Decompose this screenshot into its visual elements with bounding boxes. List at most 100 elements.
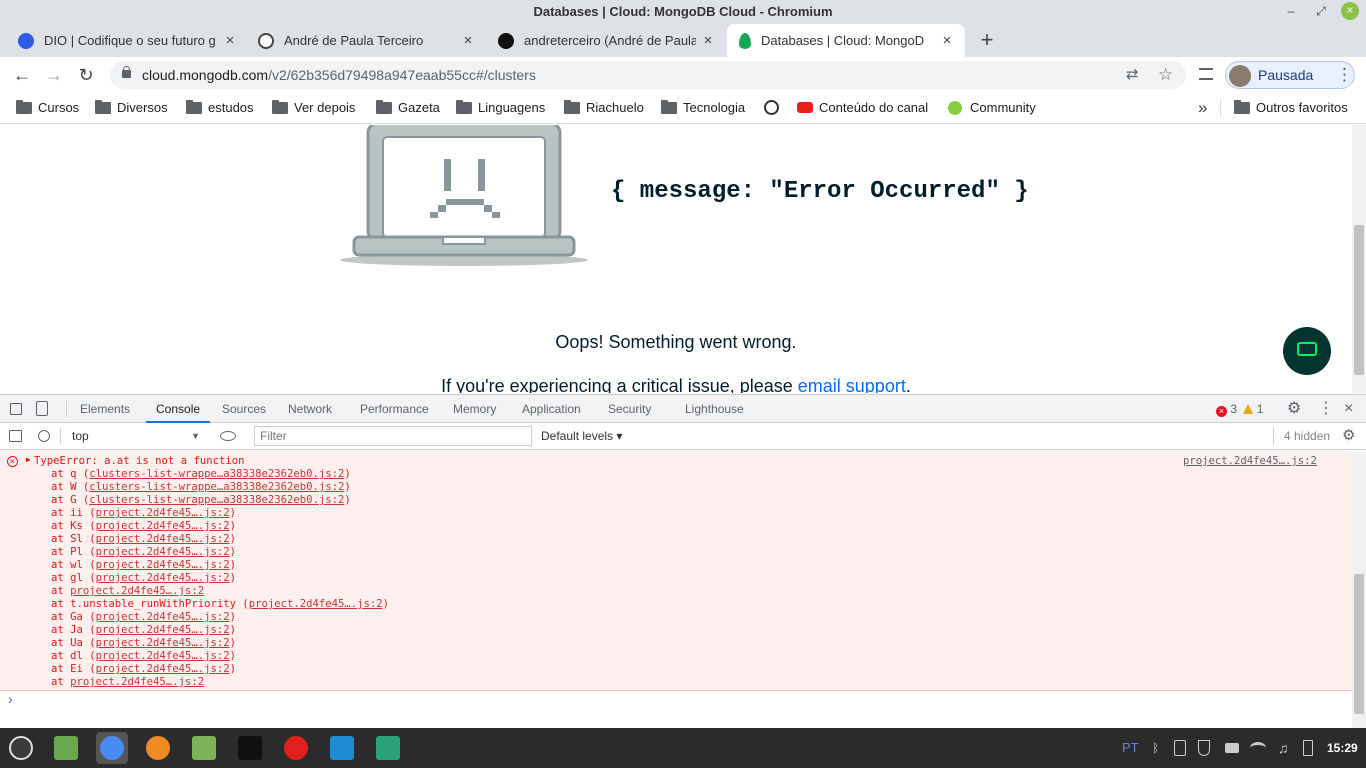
back-button[interactable]: ← [8,61,36,89]
expand-triangle-icon[interactable]: ▶ [26,455,31,464]
vscode-icon[interactable] [326,732,358,764]
reload-button[interactable]: ↻ [72,61,100,89]
stack-frame-link[interactable]: project.2d4fe45….js:2 [70,585,204,597]
devtools-tab-lighthouse[interactable]: Lighthouse [685,395,744,423]
close-window-button[interactable]: × [1341,2,1359,20]
bookmark-globe[interactable] [764,93,780,123]
bookmark-tecnologia[interactable]: Tecnologia [661,93,745,123]
devtools-close-icon[interactable]: × [1344,395,1353,423]
printer-icon[interactable] [1225,743,1239,753]
volume-icon[interactable]: ♫ [1278,740,1289,756]
browser-menu-icon[interactable]: ⋮ [1336,61,1353,89]
stack-frame-link[interactable]: project.2d4fe45….js:2 [96,663,230,675]
stack-frame-link[interactable]: project.2d4fe45….js:2 [70,676,204,688]
console-filter-input[interactable] [254,426,532,446]
devtools-tab-sources[interactable]: Sources [222,395,266,423]
stack-frame-link[interactable]: project.2d4fe45….js:2 [249,598,383,610]
shield-icon[interactable] [1198,740,1210,756]
device-toolbar-icon[interactable] [36,401,48,416]
stack-frame-link[interactable]: project.2d4fe45….js:2 [96,533,230,545]
error-title[interactable]: TypeError: a.at is not a function [34,455,244,468]
tab-mongodb[interactable]: Databases | Cloud: MongoDB × [727,24,965,57]
bookmark-diversos[interactable]: Diversos [95,93,168,123]
stack-frame-link[interactable]: project.2d4fe45….js:2 [96,507,230,519]
dbeaver-icon[interactable] [372,732,404,764]
error-count-badge[interactable]: × 3 1 [1216,395,1263,423]
firefox-icon[interactable] [142,732,174,764]
devtools-tab-console[interactable]: Console [146,395,211,423]
devtools-tab-security[interactable]: Security [608,395,651,423]
console-settings-icon[interactable]: ⚙ [1342,423,1355,449]
battery-icon[interactable] [1303,740,1313,756]
forward-button[interactable]: → [40,61,68,89]
maximize-button[interactable]: ⤢ [1311,0,1331,24]
terminal-icon[interactable] [234,732,266,764]
bookmarks-overflow-icon[interactable]: » [1198,93,1207,123]
stack-frame-link[interactable]: project.2d4fe45….js:2 [96,611,230,623]
bookmark-community[interactable]: Community [948,93,1036,123]
stack-frame-link[interactable]: clusters-list-wrappe…a38338e2362eb0.js:2 [89,481,344,493]
devtools-tab-elements[interactable]: Elements [80,395,130,423]
stack-frame-link[interactable]: project.2d4fe45….js:2 [96,624,230,636]
tab-close-icon[interactable]: × [458,24,478,57]
tab-dio[interactable]: DIO | Codifique o seu futuro g × [0,24,248,57]
tab-close-icon[interactable]: × [220,24,240,57]
console-sidebar-icon[interactable] [9,430,22,442]
devtools-settings-icon[interactable]: ⚙ [1287,395,1301,423]
new-tab-button[interactable]: + [976,26,998,54]
mint-menu-icon[interactable] [5,732,37,764]
wifi-icon[interactable] [1250,742,1266,754]
error-source-link[interactable]: project.2d4fe45….js:2 [1183,455,1317,468]
chromium-icon[interactable] [96,732,128,764]
bookmark-conteudo-do-canal[interactable]: Conteúdo do canal [797,93,928,123]
minimize-button[interactable]: – [1281,0,1301,24]
email-support-link[interactable]: email support [798,376,906,393]
clipboard-icon[interactable] [1174,740,1186,756]
bookmark-cursos[interactable]: Cursos [16,93,79,123]
stack-frame-link[interactable]: clusters-list-wrappe…a38338e2362eb0.js:2 [89,468,344,480]
console-prompt[interactable]: › [0,692,1352,708]
files-icon[interactable] [50,732,82,764]
bookmark-star-icon[interactable]: ☆ [1158,61,1173,89]
live-expression-eye-icon[interactable] [220,431,236,441]
tab-close-icon[interactable]: × [937,24,957,57]
log-levels-dropdown[interactable]: Default levels ▾ [541,423,622,449]
bookmark-estudos[interactable]: estudos [186,93,254,123]
stack-frame-link[interactable]: project.2d4fe45….js:2 [96,650,230,662]
tab-andre-de-paula[interactable]: André de Paula Terceiro × [240,24,486,57]
stack-frame-link[interactable]: project.2d4fe45….js:2 [96,572,230,584]
address-bar[interactable]: cloud.mongodb.com/v2/62b356d79498a947eaa… [110,61,1186,89]
page-scroll-thumb[interactable] [1354,225,1364,375]
stack-frame-link[interactable]: project.2d4fe45….js:2 [96,546,230,558]
bookmark-linguagens[interactable]: Linguagens [456,93,545,123]
stack-frame-link[interactable]: project.2d4fe45….js:2 [96,559,230,571]
chat-support-button[interactable] [1283,327,1331,375]
keyboard-layout[interactable]: PT [1122,740,1139,756]
stack-frame-link[interactable]: clusters-list-wrappe…a38338e2362eb0.js:2 [89,494,344,506]
context-selector[interactable]: top ▼ [66,426,206,446]
opera-icon[interactable] [280,732,312,764]
reading-list-icon[interactable] [1199,68,1213,80]
tab-close-icon[interactable]: × [698,24,718,57]
bookmark-riachuelo[interactable]: Riachuelo [564,93,644,123]
clock[interactable]: 15:29 [1327,740,1358,756]
clear-console-icon[interactable] [38,430,50,442]
stack-frame-link[interactable]: project.2d4fe45….js:2 [96,637,230,649]
bookmark-ver-depois[interactable]: Ver depois [272,93,355,123]
translate-icon[interactable]: ⇄ [1126,61,1139,89]
page-scrollbar[interactable] [1352,125,1366,393]
folder-icon[interactable] [188,732,220,764]
tab-github[interactable]: andreterceiro (André de Paula × [480,24,726,57]
console-scroll-thumb[interactable] [1354,574,1364,714]
devtools-tab-memory[interactable]: Memory [453,395,496,423]
bookmark-outros-favoritos[interactable]: Outros favoritos [1234,93,1348,123]
devtools-more-icon[interactable]: ⋮ [1318,395,1334,423]
console-scrollbar[interactable] [1352,452,1366,728]
devtools-tab-application[interactable]: Application [522,395,581,423]
bluetooth-icon[interactable]: ᛒ [1152,740,1159,756]
inspect-element-icon[interactable] [10,403,22,415]
bookmark-gazeta[interactable]: Gazeta [376,93,440,123]
devtools-tab-network[interactable]: Network [288,395,332,423]
devtools-tab-performance[interactable]: Performance [360,395,429,423]
stack-frame-link[interactable]: project.2d4fe45….js:2 [96,520,230,532]
